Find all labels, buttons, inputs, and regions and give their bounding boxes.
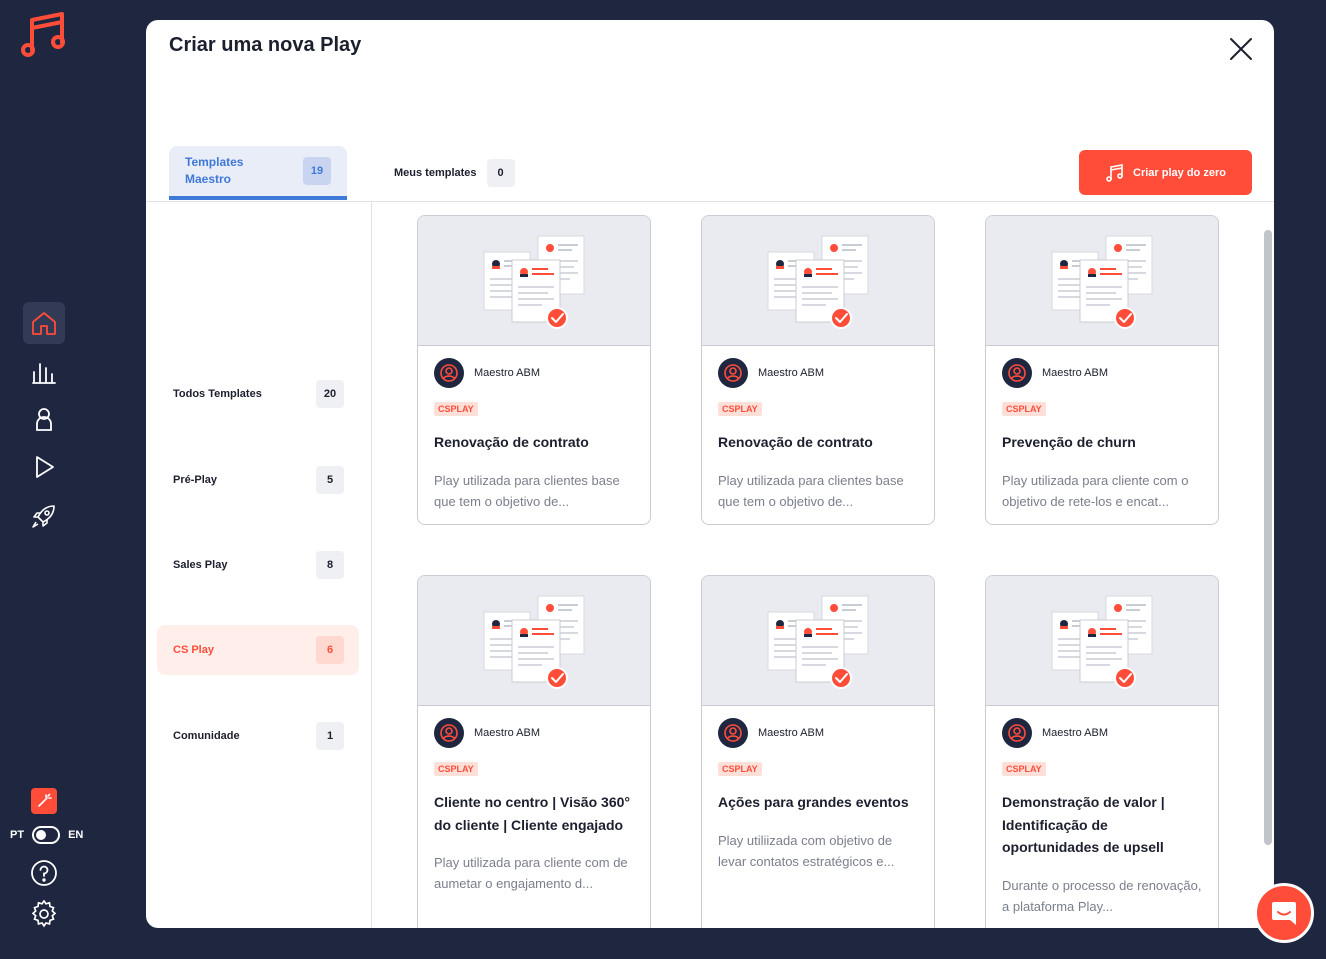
card-description: Durante o processo de renovação, a plata… bbox=[1002, 877, 1202, 914]
card-title: Renovação de contrato bbox=[718, 434, 873, 450]
template-thumbnail bbox=[702, 576, 934, 706]
category-tag: CSPLAY bbox=[434, 402, 478, 416]
language-switch[interactable]: PT EN bbox=[10, 826, 83, 844]
template-card[interactable]: Maestro ABM CSPLAY Renovação de contrato… bbox=[417, 215, 651, 525]
template-thumbnail bbox=[418, 216, 650, 346]
help-icon[interactable] bbox=[30, 859, 58, 887]
tab-label: Meus templates bbox=[394, 167, 477, 179]
template-card[interactable]: Maestro ABM CSPLAY Ações para grandes ev… bbox=[701, 575, 935, 928]
document-illustration-icon bbox=[1051, 235, 1153, 329]
document-illustration-icon bbox=[483, 235, 585, 329]
magic-wand-icon[interactable] bbox=[31, 788, 57, 814]
category-count: 1 bbox=[316, 722, 344, 750]
category-pre-play[interactable]: Pré-Play 5 bbox=[157, 455, 359, 505]
author-name: Maestro ABM bbox=[1042, 727, 1109, 739]
home-icon[interactable] bbox=[23, 302, 65, 344]
document-illustration-icon bbox=[767, 595, 869, 689]
avatar bbox=[1002, 718, 1032, 748]
category-tag: CSPLAY bbox=[718, 402, 762, 416]
avatar bbox=[1002, 358, 1032, 388]
template-thumbnail bbox=[986, 216, 1218, 346]
header-divider bbox=[146, 201, 1274, 202]
document-illustration-icon bbox=[483, 595, 585, 689]
template-card[interactable]: Maestro ABM CSPLAY Demonstração de valor… bbox=[985, 575, 1219, 928]
card-title: Ações para grandes eventos bbox=[718, 794, 909, 810]
card-title: Cliente no centro | Visão 360° do client… bbox=[434, 794, 630, 833]
card-title: Demonstração de valor | Identificação de… bbox=[1002, 794, 1165, 855]
author-name: Maestro ABM bbox=[758, 367, 825, 379]
category-count: 5 bbox=[316, 466, 344, 494]
user-icon[interactable] bbox=[23, 398, 65, 440]
scrollbar[interactable] bbox=[1264, 230, 1272, 845]
template-card[interactable]: Maestro ABM CSPLAY Prevenção de churn Pl… bbox=[985, 215, 1219, 525]
avatar bbox=[434, 718, 464, 748]
card-title: Renovação de contrato bbox=[434, 434, 589, 450]
lang-en-label: EN bbox=[68, 829, 84, 841]
card-description: Play utilizada para cliente com o objeti… bbox=[1002, 472, 1189, 509]
avatar bbox=[434, 358, 464, 388]
author-name: Maestro ABM bbox=[758, 727, 825, 739]
author-name: Maestro ABM bbox=[474, 367, 541, 379]
rocket-icon[interactable] bbox=[23, 495, 65, 537]
music-note-icon bbox=[1106, 163, 1123, 182]
card-description: Play utiliizada com objetivo de levar co… bbox=[718, 832, 895, 869]
avatar bbox=[718, 718, 748, 748]
chat-bubble-icon bbox=[1272, 902, 1296, 925]
category-tag: CSPLAY bbox=[718, 762, 762, 776]
category-label: Comunidade bbox=[173, 730, 240, 742]
card-description: Play utilizada para clientes base que te… bbox=[718, 472, 904, 509]
template-card[interactable]: Maestro ABM CSPLAY Renovação de contrato… bbox=[701, 215, 935, 525]
document-illustration-icon bbox=[1051, 595, 1153, 689]
category-comunidade[interactable]: Comunidade 1 bbox=[157, 711, 359, 761]
avatar bbox=[718, 358, 748, 388]
category-label: Pré-Play bbox=[173, 474, 218, 486]
close-icon[interactable] bbox=[1228, 36, 1254, 62]
tab-label: Templates Maestro bbox=[185, 155, 244, 186]
create-button-label: Criar play do zero bbox=[1133, 166, 1226, 179]
category-sales-play[interactable]: Sales Play 8 bbox=[157, 540, 359, 590]
category-tag: CSPLAY bbox=[1002, 762, 1046, 776]
category-count: 20 bbox=[316, 380, 344, 408]
category-tag: CSPLAY bbox=[1002, 402, 1046, 416]
tab-count-badge: 19 bbox=[303, 157, 331, 185]
category-label: Sales Play bbox=[173, 559, 228, 571]
author-name: Maestro ABM bbox=[1042, 367, 1109, 379]
category-cs-play[interactable]: CS Play 6 bbox=[157, 625, 359, 675]
play-icon[interactable] bbox=[23, 446, 65, 488]
category-label: CS Play bbox=[173, 644, 214, 656]
template-card[interactable]: Maestro ABM CSPLAY Cliente no centro | V… bbox=[417, 575, 651, 928]
card-description: Play utilizada para cliente com de aumet… bbox=[434, 855, 628, 891]
chart-icon[interactable] bbox=[23, 351, 65, 393]
category-label: Todos Templates bbox=[173, 388, 262, 400]
template-thumbnail bbox=[986, 576, 1218, 706]
card-description: Play utilizada para clientes base que te… bbox=[434, 472, 620, 509]
tab-meus-templates[interactable]: Meus templates 0 bbox=[394, 146, 515, 200]
tab-count-badge: 0 bbox=[486, 159, 515, 187]
modal-title: Criar uma nova Play bbox=[169, 34, 362, 56]
sidebar-divider bbox=[371, 202, 372, 928]
lang-pt-label: PT bbox=[10, 829, 25, 841]
chat-button[interactable] bbox=[1254, 883, 1314, 943]
card-title: Prevenção de churn bbox=[1002, 434, 1136, 450]
template-thumbnail bbox=[702, 216, 934, 346]
gear-icon[interactable] bbox=[30, 899, 58, 928]
tab-templates-maestro[interactable]: Templates Maestro 19 bbox=[169, 146, 347, 200]
category-count: 6 bbox=[316, 636, 344, 664]
language-toggle[interactable] bbox=[32, 826, 61, 844]
create-play-modal: Criar uma nova Play Templates Maestro 19… bbox=[146, 20, 1274, 928]
author-name: Maestro ABM bbox=[474, 727, 541, 739]
create-play-from-scratch-button[interactable]: Criar play do zero bbox=[1079, 150, 1252, 195]
category-tag: CSPLAY bbox=[434, 762, 478, 776]
category-count: 8 bbox=[316, 551, 344, 579]
category-todos-templates[interactable]: Todos Templates 20 bbox=[157, 369, 359, 419]
app-logo-icon[interactable] bbox=[20, 10, 68, 60]
template-thumbnail bbox=[418, 576, 650, 706]
document-illustration-icon bbox=[767, 235, 869, 329]
